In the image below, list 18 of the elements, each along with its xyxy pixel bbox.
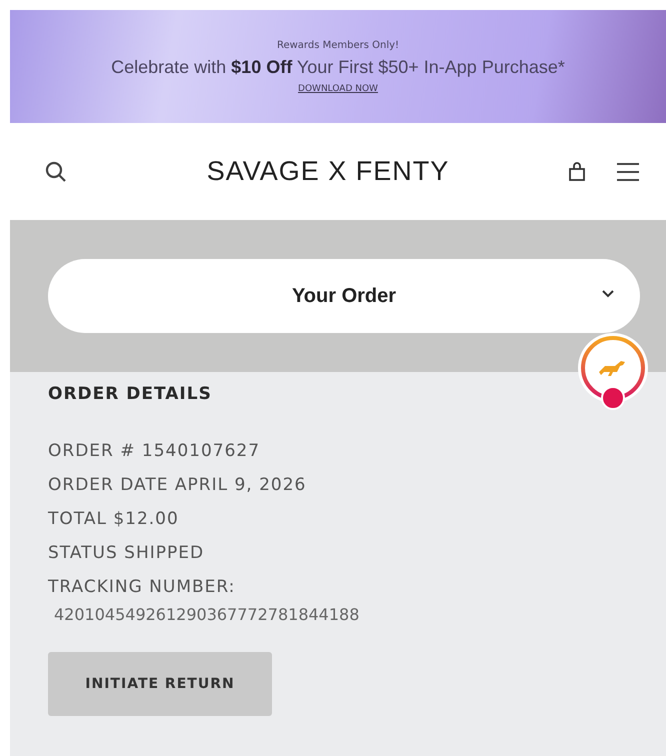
search-icon bbox=[44, 160, 68, 184]
order-dropdown[interactable]: Your Order bbox=[48, 259, 640, 333]
order-info-line: STATUS SHIPPED bbox=[48, 542, 206, 565]
order-info-line: TOTAL $12.00 bbox=[48, 508, 180, 531]
menu-icon bbox=[616, 162, 640, 182]
order-info-line: ORDER # 1540107627 bbox=[48, 440, 262, 463]
tracking-number: 420104549261290367772781844188 bbox=[54, 604, 360, 626]
section-heading: ORDER DETAILS bbox=[48, 384, 213, 404]
promo-headline: Celebrate with $10 Off Your First $50+ In-App Purchase* bbox=[111, 56, 565, 78]
initiate-return-button[interactable]: INITIATE RETURN bbox=[48, 652, 272, 716]
order-info-line: ORDER DATE APRIL 9, 2026 bbox=[48, 474, 308, 497]
dog-badge-icon[interactable] bbox=[575, 330, 651, 412]
order-info-line: TRACKING NUMBER: bbox=[48, 576, 236, 599]
promo-eyebrow: Rewards Members Only! bbox=[276, 40, 400, 50]
download-link[interactable]: DOWNLOAD NOW bbox=[298, 84, 378, 94]
shopping-bag-icon bbox=[568, 162, 586, 182]
caret-icon bbox=[602, 290, 614, 298]
brand-logo[interactable]: SAVAGE X FENTY bbox=[92, 156, 564, 187]
